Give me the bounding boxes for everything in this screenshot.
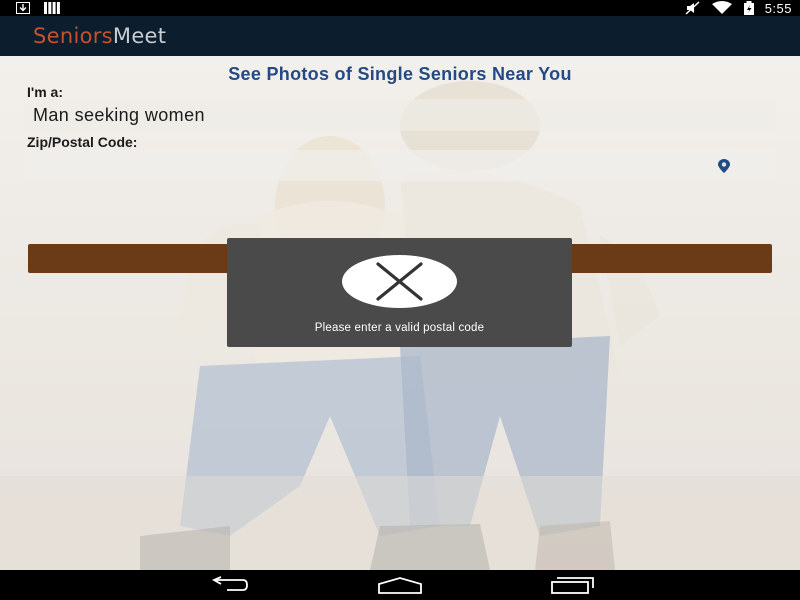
- brand-logo-meet: Meet: [112, 24, 167, 48]
- wifi-icon: [711, 1, 732, 14]
- status-right: 5:55: [685, 0, 792, 16]
- zip-input[interactable]: [24, 150, 776, 181]
- recents-icon: [551, 577, 594, 594]
- seeking-select-value: Man seeking women: [33, 105, 205, 125]
- toast-message: Please enter a valid postal code: [314, 322, 485, 334]
- battery-icon: [743, 1, 754, 15]
- download-icon: [16, 2, 30, 14]
- back-icon: [211, 576, 248, 591]
- location-pin-icon[interactable]: [716, 158, 732, 174]
- close-x-icon: [376, 262, 423, 301]
- zip-label: Zip/Postal Code:: [27, 134, 138, 150]
- error-badge: [342, 255, 457, 308]
- brand-logo-seniors: Seniors: [33, 24, 113, 48]
- status-left: [16, 2, 60, 14]
- app-header: SeniorsMeet: [0, 16, 800, 56]
- nav-recents-button[interactable]: [547, 574, 597, 596]
- headline: See Photos of Single Seniors Near You: [228, 64, 572, 84]
- nav-bar: [0, 570, 800, 600]
- nav-home-button[interactable]: [375, 574, 425, 596]
- home-icon: [378, 577, 422, 594]
- brand-logo: SeniorsMeet: [33, 24, 166, 48]
- mute-icon: [685, 1, 700, 15]
- error-toast: Please enter a valid postal code: [227, 238, 572, 347]
- iam-label: I'm a:: [27, 84, 64, 100]
- seeking-select[interactable]: Man seeking women: [24, 99, 776, 131]
- status-bar: 5:55: [0, 0, 800, 16]
- signal-bars-icon: [44, 2, 60, 14]
- status-time: 5:55: [764, 0, 792, 16]
- nav-back-button[interactable]: [204, 574, 254, 596]
